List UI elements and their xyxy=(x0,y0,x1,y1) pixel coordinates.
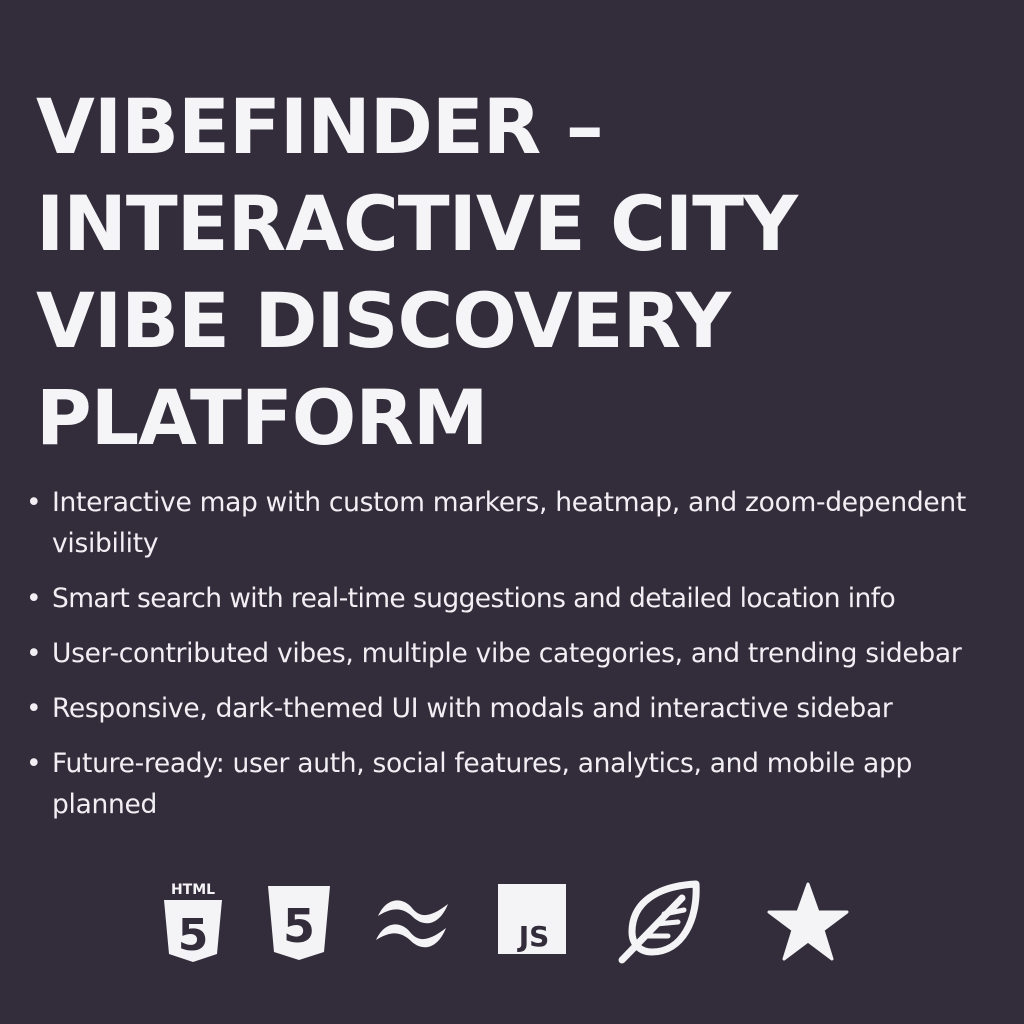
tailwind-wave-icon xyxy=(372,892,454,952)
feature-item-search: • Smart search with real-time suggestion… xyxy=(26,578,1016,619)
js-label: JS xyxy=(517,920,550,953)
leaf-icon xyxy=(618,880,702,964)
page-title: VIBEFINDER – INTERACTIVE CITY VIBE DISCO… xyxy=(36,78,996,466)
html5-glyph: 5 xyxy=(178,910,209,961)
star-icon xyxy=(766,880,850,964)
feature-item-ui: • Responsive, dark-themed UI with modals… xyxy=(26,688,1016,729)
feature-item-map: • Interactive map with custom markers, h… xyxy=(26,482,1016,564)
bullet-icon: • xyxy=(26,583,42,614)
title-line-1: VIBEFINDER – xyxy=(36,82,604,171)
feature-text: Future-ready: user auth, social features… xyxy=(52,748,912,820)
feature-text: Smart search with real-time suggestions … xyxy=(52,583,896,614)
feature-text: User-contributed vibes, multiple vibe ca… xyxy=(52,638,962,669)
feature-item-future: • Future-ready: user auth, social featur… xyxy=(26,743,1016,825)
slide: VIBEFINDER – INTERACTIVE CITY VIBE DISCO… xyxy=(0,0,1024,1024)
title-line-3: VIBE DISCOVERY xyxy=(36,276,731,365)
tech-stack-icons: HTML 5 5 JS xyxy=(0,880,1024,970)
bullet-icon: • xyxy=(26,638,42,669)
bullet-icon: • xyxy=(26,487,42,518)
feature-item-vibes: • User-contributed vibes, multiple vibe … xyxy=(26,633,1016,674)
feature-text: Interactive map with custom markers, hea… xyxy=(52,487,966,559)
feature-list: • Interactive map with custom markers, h… xyxy=(26,482,1016,839)
html5-icon: HTML 5 xyxy=(160,880,226,966)
bullet-icon: • xyxy=(26,693,42,724)
css3-glyph: 5 xyxy=(283,899,315,953)
css3-shield-icon: 5 xyxy=(266,880,332,966)
title-line-4: PLATFORM xyxy=(36,373,489,462)
html5-label: HTML xyxy=(171,882,215,898)
title-line-2: INTERACTIVE CITY xyxy=(36,179,798,268)
feature-text: Responsive, dark-themed UI with modals a… xyxy=(52,693,893,724)
bullet-icon: • xyxy=(26,748,42,779)
javascript-icon: JS xyxy=(498,884,566,954)
